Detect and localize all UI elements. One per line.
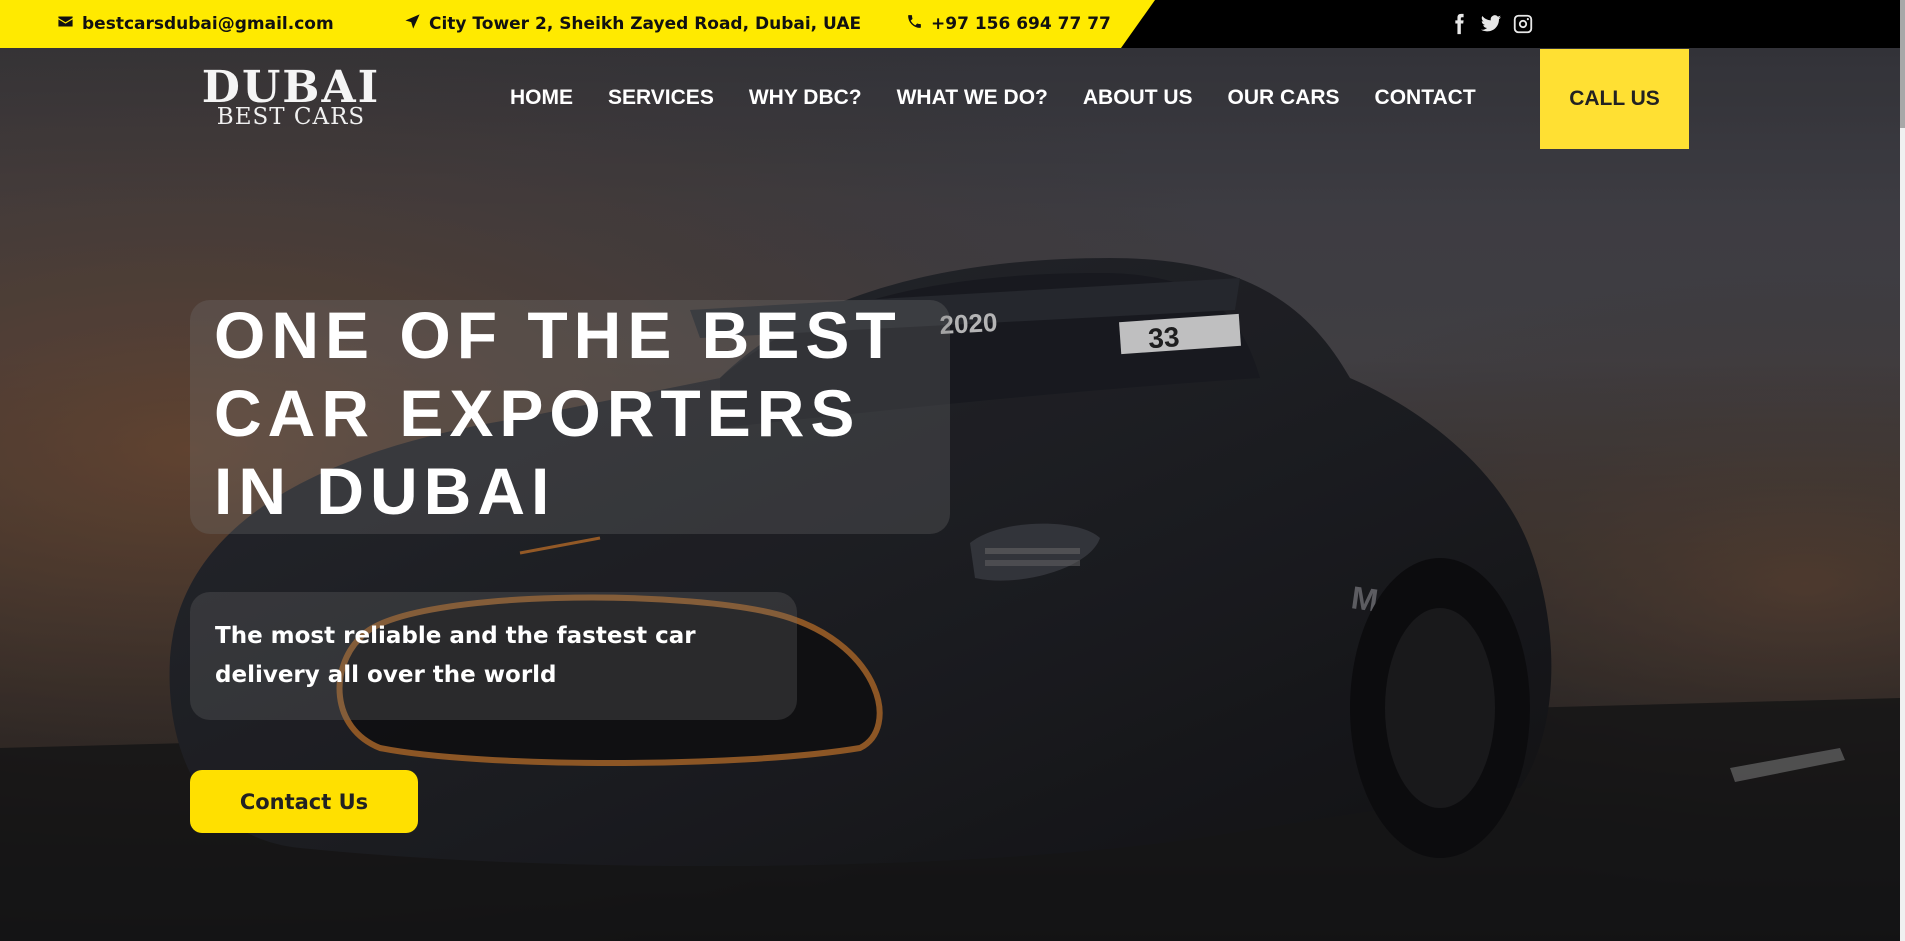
twitter-icon[interactable] [1480, 13, 1502, 35]
phone-text: +97 156 694 77 77 [931, 14, 1111, 34]
nav-home[interactable]: HOME [510, 86, 573, 110]
logo-sub-text: BEST CARS [216, 104, 366, 130]
topbar-phone[interactable]: +97 156 694 77 77 [906, 0, 1111, 48]
topbar-email[interactable]: bestcarsdubai@gmail.com [57, 0, 334, 48]
nav-our-cars[interactable]: OUR CARS [1228, 86, 1340, 110]
location-arrow-icon [404, 13, 421, 35]
social-links [1448, 0, 1534, 48]
nav-about-us[interactable]: ABOUT US [1083, 86, 1193, 110]
facebook-icon[interactable] [1448, 13, 1470, 35]
hero-headline: ONE OF THE BEST CAR EXPORTERS IN DUBAI [214, 298, 902, 528]
address-text: City Tower 2, Sheikh Zayed Road, Dubai, … [429, 14, 862, 34]
site-logo[interactable]: DUBAI BEST CARS [196, 66, 386, 136]
nav-contact[interactable]: CONTACT [1375, 86, 1476, 110]
instagram-icon[interactable] [1512, 13, 1534, 35]
call-us-button[interactable]: CALL US [1540, 49, 1689, 149]
page-scrollbar[interactable] [1900, 0, 1905, 941]
topbar-address[interactable]: City Tower 2, Sheikh Zayed Road, Dubai, … [404, 0, 861, 48]
email-text: bestcarsdubai@gmail.com [82, 14, 334, 34]
envelope-icon [57, 13, 74, 35]
hero-subtitle: The most reliable and the fastest car de… [215, 623, 696, 688]
scrollbar-thumb[interactable] [1900, 0, 1905, 128]
phone-icon [906, 13, 923, 35]
nav-why-dbc[interactable]: WHY DBC? [749, 86, 862, 110]
main-nav: HOME SERVICES WHY DBC? WHAT WE DO? ABOUT… [510, 82, 1476, 114]
nav-what-we-do[interactable]: WHAT WE DO? [897, 86, 1048, 110]
page: bestcarsdubai@gmail.com City Tower 2, Sh… [0, 0, 1900, 941]
contact-us-button[interactable]: Contact Us [190, 770, 418, 833]
nav-services[interactable]: SERVICES [608, 86, 714, 110]
top-contact-bar: bestcarsdubai@gmail.com City Tower 2, Sh… [0, 0, 1900, 48]
